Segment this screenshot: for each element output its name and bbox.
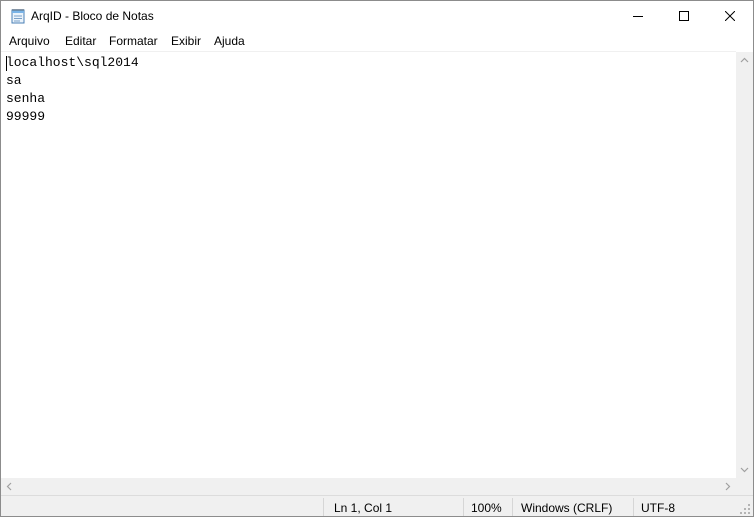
- resize-grip-icon[interactable]: [739, 502, 751, 514]
- status-separator: [512, 498, 513, 516]
- menu-arquivo[interactable]: Arquivo: [9, 34, 50, 48]
- status-separator: [463, 498, 464, 516]
- menu-bar: Arquivo Editar Formatar Exibir Ajuda: [1, 31, 753, 51]
- editor-line: sa: [6, 73, 22, 88]
- editor-line: senha: [6, 91, 46, 106]
- text-caret: [6, 56, 7, 71]
- scrollbar-corner: [736, 478, 753, 495]
- editor-line: localhost\sql2014: [6, 55, 139, 70]
- chevron-up-icon: [740, 57, 749, 63]
- scroll-down-button[interactable]: [736, 461, 753, 478]
- chevron-left-icon: [6, 482, 12, 491]
- editor-line: 99999: [6, 109, 46, 124]
- horizontal-scrollbar[interactable]: [1, 478, 736, 495]
- chevron-right-icon: [725, 482, 731, 491]
- vertical-scrollbar[interactable]: [736, 52, 753, 478]
- scroll-up-button[interactable]: [736, 52, 753, 69]
- notepad-icon: [10, 8, 26, 24]
- notepad-window: ArqID - Bloco de Notas Arquivo Editar Fo…: [0, 0, 754, 517]
- status-zoom: 100%: [471, 501, 502, 515]
- chevron-down-icon: [740, 467, 749, 473]
- text-editor[interactable]: localhost\sql2014 sa senha 99999: [1, 51, 736, 479]
- status-line-ending: Windows (CRLF): [521, 501, 613, 515]
- editor-content[interactable]: localhost\sql2014 sa senha 99999: [6, 54, 139, 126]
- minimize-button[interactable]: [615, 1, 661, 31]
- menu-formatar[interactable]: Formatar: [109, 34, 158, 48]
- status-bar: Ln 1, Col 1 100% Windows (CRLF) UTF-8: [1, 495, 753, 516]
- status-cursor-position: Ln 1, Col 1: [334, 501, 393, 515]
- maximize-icon: [679, 11, 689, 21]
- window-title: ArqID - Bloco de Notas: [31, 9, 154, 23]
- title-bar[interactable]: ArqID - Bloco de Notas: [1, 1, 753, 31]
- maximize-button[interactable]: [661, 1, 707, 31]
- scroll-right-button[interactable]: [719, 478, 736, 495]
- close-icon: [725, 11, 735, 21]
- status-separator: [323, 498, 324, 516]
- scroll-left-button[interactable]: [1, 478, 18, 495]
- status-separator: [633, 498, 634, 516]
- menu-exibir[interactable]: Exibir: [171, 34, 201, 48]
- minimize-icon: [633, 16, 643, 17]
- menu-editar[interactable]: Editar: [65, 34, 96, 48]
- close-button[interactable]: [707, 1, 753, 31]
- status-encoding: UTF-8: [641, 501, 675, 515]
- menu-ajuda[interactable]: Ajuda: [214, 34, 245, 48]
